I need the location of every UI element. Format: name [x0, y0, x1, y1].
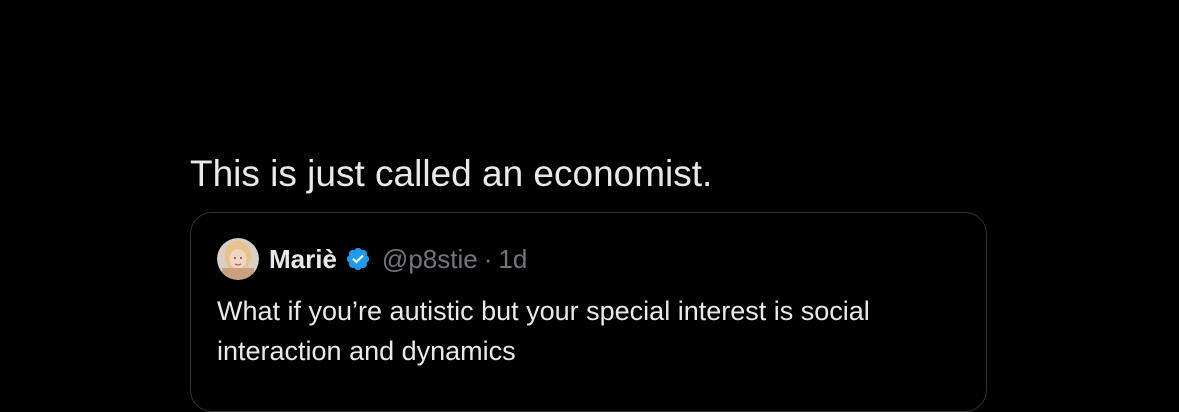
separator-dot: · — [483, 243, 493, 274]
verified-badge-icon — [345, 246, 371, 272]
timestamp[interactable]: 1d — [498, 244, 527, 275]
avatar[interactable] — [217, 238, 259, 280]
post-text: This is just called an economist. — [190, 153, 713, 194]
quoted-post-text: What if you’re autistic but your special… — [217, 296, 870, 366]
handle[interactable]: @p8stie — [382, 244, 478, 275]
display-name[interactable]: Mariè — [269, 244, 337, 275]
quoted-post-card[interactable]: Mariè @p8stie · 1d What if you’re autist… — [190, 212, 987, 412]
quoted-post-header: Mariè @p8stie · 1d — [217, 237, 527, 281]
